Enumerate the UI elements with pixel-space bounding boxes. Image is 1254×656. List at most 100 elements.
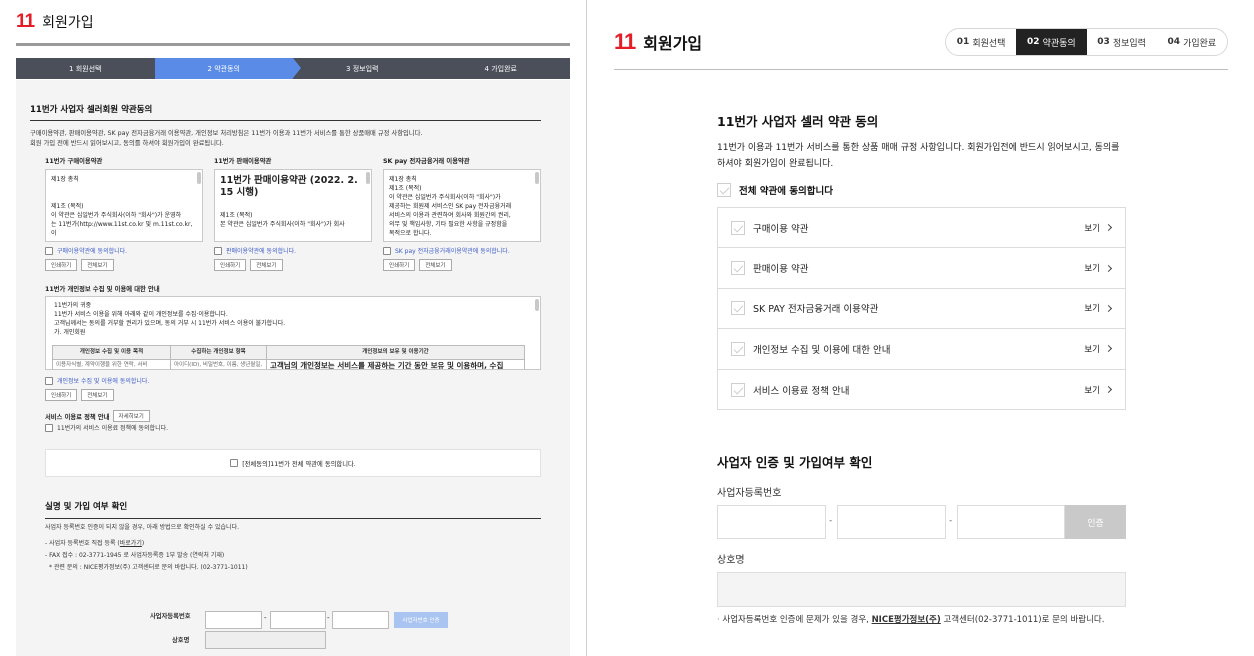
term-line: 제1장 총칙 (389, 176, 417, 183)
agree-row[interactable]: 판매이용약관에 동의합니다. (214, 246, 372, 255)
biz-number-input-2[interactable] (270, 611, 326, 629)
dash: - (949, 516, 953, 526)
term-item-service-fee[interactable]: 서비스 이용료 정책 안내 보기 (718, 370, 1125, 410)
agree-row[interactable]: SK pay 전자금융거래이용약관에 동의합니다. (383, 246, 541, 255)
view-link[interactable]: 보기 (1084, 222, 1100, 234)
term-item-privacy[interactable]: 개인정보 수집 및 이용에 대한 안내 보기 (718, 329, 1125, 370)
note-text: 사업자등록번호 인증에 문제가 있을 경우, (722, 615, 872, 625)
view-link[interactable]: 보기 (1084, 384, 1100, 396)
term-label: 구매이용 약관 (753, 223, 809, 235)
term-label: SK PAY 전자금융거래 이용약관 (753, 304, 879, 316)
chevron-right-icon (1104, 264, 1113, 272)
biz-number-input-3[interactable] (957, 505, 1065, 539)
term-line: 서비스의 이용과 관련하여 회사와 회원간의 권리, (389, 212, 511, 219)
agree-checkbox[interactable] (214, 246, 222, 255)
term-textbox[interactable]: 11번가 판매이용약관 (2022. 2. 15 시행) 제1조 (목적) 본 … (214, 169, 372, 242)
verify-line: - FAX 접수 : 02-3771-1945 로 사업자등록증 1부 발송 (… (45, 552, 225, 559)
print-button[interactable]: 인쇄하기 (214, 259, 247, 271)
right-header: 11 회원가입 (614, 29, 702, 55)
biz-number-input-3[interactable] (332, 611, 389, 629)
service-fee-agree[interactable]: 11번가의 서비스 이용료 정책에 동의합니다. (45, 423, 168, 432)
verify-line: * 관련 문의 : NICE평가정보(주) 고객센터로 문의 바랍니다. (02… (49, 564, 248, 571)
print-button[interactable]: 인쇄하기 (45, 389, 78, 401)
privacy-textbox[interactable]: 11번가의 귀중 11번가 서비스 이용을 위해 아래와 같이 개인정보를 수집… (45, 296, 541, 370)
agree-all-row[interactable]: 전체 약관에 동의합니다 (717, 183, 833, 197)
privacy-line: 11번가 서비스 이용을 위해 아래와 같이 개인정보를 수집·이용합니다. (54, 311, 228, 318)
step-2-active: 02 약관동의 (1016, 29, 1087, 55)
scrollbar[interactable] (535, 299, 539, 311)
term-textbox[interactable]: 제1장 총칙 제1조 (목적) 이 약관은 십일번가 주식회사(이하 "회사")… (383, 169, 541, 242)
agree-checkbox[interactable] (383, 246, 391, 255)
table-cell: 고객님의 개인정보는 서비스를 제공하는 기간 동안 보유 및 이용하며, 수집 (266, 359, 525, 369)
term-checkbox[interactable] (731, 382, 745, 397)
biz-number-input-1[interactable] (205, 611, 262, 629)
term-heading: 11번가 판매이용약관 (2022. 2. 15 시행) (220, 175, 358, 198)
term-item-sell[interactable]: 판매이용 약관 보기 (718, 248, 1125, 289)
direct-register-link[interactable]: 바로가기 (120, 540, 142, 547)
step-bar: 1 회원선택 2 약관동의 3 정보입력 4 가입완료 (16, 58, 570, 79)
term-line: 제1조 (목적) (389, 185, 422, 192)
dash: - (829, 516, 833, 526)
term-label: 서비스 이용료 정책 안내 (753, 385, 850, 397)
view-all-button[interactable]: 전체보기 (250, 259, 283, 271)
legacy-signup-page: 11 회원가입 1 회원선택 2 약관동의 3 정보입력 4 가입완료 11번가… (0, 0, 587, 656)
table-row: 이용자식별, 계약이행을 위한 연락, 서비 아이디(ID), 비밀번호, 이름… (52, 359, 525, 369)
header-divider (16, 43, 570, 46)
agree-checkbox[interactable] (45, 246, 53, 255)
term-textbox[interactable]: 제1장 총칙 제1조 (목적) 이 약관은 십일번가 주식회사(이하 "회사")… (45, 169, 203, 242)
intro-text-2: 회원 가입 전에 반드시 읽어보시고, 동의를 하셔야 회원가입이 완료됩니다. (30, 139, 224, 147)
detail-button[interactable]: 자세히보기 (112, 410, 150, 422)
view-all-button[interactable]: 전체보기 (81, 389, 114, 401)
verify-title: 실명 및 가입 여부 확인 (45, 500, 541, 519)
print-button[interactable]: 인쇄하기 (45, 259, 78, 271)
terms-list: 구매이용 약관 보기 판매이용 약관 보기 SK PAY 전자금융거래 이용약관 보기… (717, 207, 1126, 410)
agree-all-box[interactable]: [전체동의]11번가 전체 약관에 동의합니다. (45, 449, 541, 477)
privacy-line: 11번가의 귀중 (54, 302, 92, 309)
table-cell: 아이디(ID), 비밀번호, 이름, 생년월일, (170, 359, 267, 369)
agree-checkbox[interactable] (45, 376, 53, 385)
left-header: 11 회원가입 (16, 10, 94, 34)
term-checkbox[interactable] (731, 261, 745, 276)
service-fee-title: 서비스 이용료 정책 안내 (45, 413, 110, 421)
term-line: 제1조 (목적) (51, 203, 84, 210)
step-4: 04 가입완료 (1167, 37, 1217, 49)
table-cell: 이용자식별, 계약이행을 위한 연락, 서비 (52, 359, 171, 369)
view-all-button[interactable]: 전체보기 (419, 259, 452, 271)
agree-all-checkbox[interactable] (717, 183, 731, 197)
biz-verify-button[interactable]: 사업자번호 인증 (394, 612, 448, 628)
scrollbar[interactable] (535, 172, 539, 184)
agree-all-label: [전체동의]11번가 전체 약관에 동의합니다. (242, 460, 356, 468)
table-header: 수집하는 개인정보 항목 (170, 345, 267, 360)
term-checkbox[interactable] (731, 341, 745, 356)
11st-logo[interactable]: 11 (614, 29, 636, 55)
verify-button[interactable]: 인증 (1065, 505, 1126, 539)
new-signup-page: 11 회원가입 01 회원선택 02 약관동의 03 정보입력 04 가입완료 11번가… (588, 0, 1254, 656)
print-button[interactable]: 인쇄하기 (383, 259, 416, 271)
agree-row[interactable]: 구매이용약관에 동의합니다. (45, 246, 203, 255)
company-name-input[interactable] (205, 631, 326, 649)
step-4: 4 가입완료 (484, 64, 517, 73)
view-all-button[interactable]: 전체보기 (81, 259, 114, 271)
scrollbar[interactable] (366, 172, 370, 184)
biz-number-input-1[interactable] (717, 505, 826, 539)
agree-checkbox[interactable] (45, 423, 53, 432)
agree-row[interactable]: 개인정보 수집 및 이용에 동의합니다. (45, 376, 149, 385)
term-item-skpay[interactable]: SK PAY 전자금융거래 이용약관 보기 (718, 289, 1125, 330)
term-item-buy[interactable]: 구매이용 약관 보기 (718, 208, 1125, 249)
page-title: 회원가입 (42, 15, 94, 31)
scrollbar[interactable] (197, 172, 201, 184)
term-checkbox[interactable] (731, 301, 745, 316)
company-name-label: 상호명 (717, 555, 745, 566)
11st-logo[interactable]: 11 (16, 11, 35, 33)
terms-description: 11번가 이용과 11번가 서비스를 통한 상품 매매 규정 사항입니다. 회원… (717, 143, 1120, 169)
nice-link[interactable]: NICE평가정보(주) (872, 615, 941, 625)
header-divider (614, 69, 1228, 70)
view-link[interactable]: 보기 (1084, 343, 1100, 355)
step-pills: 01 회원선택 02 약관동의 03 정보입력 04 가입완료 (945, 28, 1228, 56)
view-link[interactable]: 보기 (1084, 302, 1100, 314)
view-link[interactable]: 보기 (1084, 262, 1100, 274)
biz-number-input-2[interactable] (837, 505, 946, 539)
agree-all-checkbox[interactable] (230, 459, 239, 467)
term-checkbox[interactable] (731, 220, 745, 235)
company-name-input[interactable] (717, 572, 1126, 607)
